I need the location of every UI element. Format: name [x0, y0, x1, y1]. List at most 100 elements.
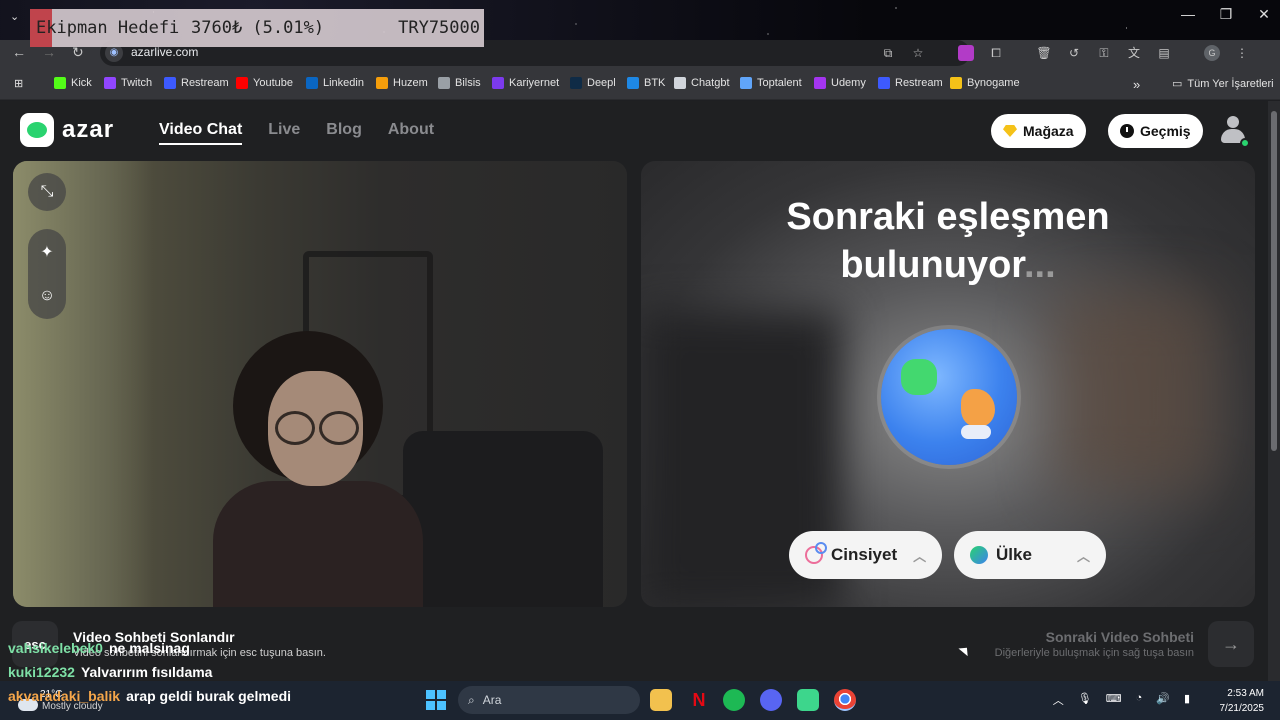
bookmark-restream[interactable]: Restream: [164, 77, 229, 89]
bookmarks-bar: ⊞ ▭ Tüm Yer İşaretleri » Kick Twitch Restr…: [0, 68, 1280, 100]
volume-icon[interactable]: 🔊: [1156, 692, 1170, 708]
bookmark-kariyernet[interactable]: Kariyernet: [492, 77, 559, 89]
searching-title: Sonraki eşleşmen bulunuyor...: [641, 193, 1255, 289]
windows-start-icon[interactable]: [426, 690, 446, 710]
bookmark-deepl[interactable]: Deepl: [570, 77, 616, 89]
bookmark-twitch[interactable]: Twitch: [104, 77, 152, 89]
bookmark-label: Deepl: [587, 77, 616, 89]
translate-icon[interactable]: 文: [1126, 45, 1142, 61]
effects-group: ✦ ☺: [28, 229, 66, 319]
trash-icon[interactable]: 🗑: [1036, 45, 1052, 61]
history-icon[interactable]: ↺: [1066, 45, 1082, 61]
install-app-icon[interactable]: ⧉: [880, 45, 896, 61]
chat-text: ne malsinag: [108, 640, 190, 656]
history-button[interactable]: Geçmiş: [1108, 114, 1203, 148]
bookmark-label: Youtube: [253, 77, 293, 89]
wifi-icon[interactable]: ◔: [1136, 692, 1143, 708]
tray-chevron-up-icon[interactable]: ︿: [1053, 692, 1064, 708]
next-chat-hint: Sonraki Video Sohbeti Diğerleriyle buluş…: [934, 621, 1254, 667]
sparkle-effects-icon[interactable]: ✦: [28, 233, 66, 271]
kick-icon: [54, 77, 66, 89]
sticker-face-icon[interactable]: ☺: [28, 277, 66, 315]
spotify-icon[interactable]: [723, 689, 745, 711]
stream-goal-overlay: Ekipman Hedefi 3760₺ (5.01%) TRY75000: [30, 9, 484, 47]
azar-logo[interactable]: azar: [20, 113, 114, 147]
sidebar-icon[interactable]: ▤: [1156, 45, 1172, 61]
goal-target: TRY75000: [398, 18, 480, 38]
taskbar-search-placeholder: Ara: [482, 693, 502, 707]
bg-chair: [403, 431, 603, 607]
menu-blog[interactable]: Blog: [326, 121, 362, 145]
shop-button[interactable]: Mağaza: [991, 114, 1086, 148]
microphone-icon[interactable]: 🎙: [1078, 692, 1092, 708]
battery-icon[interactable]: ▮: [1184, 692, 1190, 708]
all-bookmarks[interactable]: ▭ Tüm Yer İşaretleri: [1172, 77, 1274, 91]
user-avatar-icon[interactable]: [1220, 116, 1250, 148]
bookmark-label: Kick: [71, 77, 92, 89]
more-bookmarks-chevron-icon[interactable]: »: [1133, 77, 1140, 92]
menu-live[interactable]: Live: [268, 121, 300, 145]
bilsis-icon: [438, 77, 450, 89]
netflix-icon[interactable]: N: [688, 689, 710, 711]
file-explorer-icon[interactable]: [650, 689, 672, 711]
globe-land-orange: [961, 389, 995, 427]
tab-search-chevron-icon[interactable]: ⌄: [10, 10, 19, 23]
page-scrollbar[interactable]: [1268, 101, 1280, 681]
country-filter-label: Ülke: [996, 545, 1032, 564]
bookmark-bilsis[interactable]: Bilsis: [438, 77, 481, 89]
menu-kebab-icon[interactable]: ⋮: [1234, 45, 1250, 61]
bookmark-restream[interactable]: Restream: [878, 77, 943, 89]
globe-cloud: [961, 425, 991, 439]
bookmark-linkedin[interactable]: Linkedin: [306, 77, 364, 89]
btk-icon: [627, 77, 639, 89]
extension-icon[interactable]: [958, 45, 974, 61]
twitch-icon: [104, 77, 116, 89]
browser-tools: ⧉ ☆ ⧠ 🗑 ↺ ⚿ 文 ▤ G ⋮: [880, 45, 1250, 61]
shop-button-label: Mağaza: [1023, 123, 1074, 139]
country-filter-button[interactable]: Ülke ︿: [954, 531, 1106, 579]
figure-body: [213, 481, 423, 607]
menu-about[interactable]: About: [388, 121, 434, 145]
password-key-icon[interactable]: ⚿: [1096, 45, 1112, 61]
bookmark-huzem[interactable]: Huzem: [376, 77, 428, 89]
goal-progress: 3760₺ (5.01%): [191, 18, 325, 38]
bookmark-star-icon[interactable]: ☆: [910, 45, 926, 61]
chrome-icon[interactable]: [834, 689, 856, 711]
apps-grid-icon[interactable]: ⊞: [14, 77, 23, 90]
close-icon[interactable]: ✕: [1256, 6, 1272, 23]
bookmark-bynogame[interactable]: Bynogame: [950, 77, 1020, 89]
minimize-video-icon[interactable]: ⤡: [28, 173, 66, 211]
bookmark-kick[interactable]: Kick: [54, 77, 92, 89]
taskbar-clock[interactable]: 2:53 AM 7/21/2025: [1220, 686, 1265, 716]
blurred-bg-right: [1055, 291, 1215, 491]
keyboard-icon[interactable]: ⌨: [1106, 692, 1122, 708]
bookmark-youtube[interactable]: Youtube: [236, 77, 293, 89]
chat-text: Yalvarırım fısıldama: [80, 664, 213, 680]
chatgbt-icon: [674, 77, 686, 89]
extensions-puzzle-icon[interactable]: ⧠: [988, 45, 1004, 61]
bookmark-label: Restream: [895, 77, 943, 89]
taskbar-search[interactable]: ⌕ Ara: [458, 686, 640, 714]
next-arrow-button[interactable]: →: [1208, 621, 1254, 667]
clock-icon: [1120, 124, 1134, 138]
profile-icon[interactable]: G: [1204, 45, 1220, 61]
back-icon[interactable]: ←: [12, 44, 26, 60]
android-studio-icon[interactable]: [797, 689, 819, 711]
url-text[interactable]: azarlive.com: [131, 45, 198, 59]
menu-video-chat[interactable]: Video Chat: [159, 121, 243, 145]
bookmark-toptalent[interactable]: Toptalent: [740, 77, 802, 89]
bookmark-label: Chatgbt: [691, 77, 730, 89]
gender-filter-button[interactable]: Cinsiyet ︿: [789, 531, 943, 579]
bookmark-btk[interactable]: BTK: [627, 77, 665, 89]
bookmark-udemy[interactable]: Udemy: [814, 77, 866, 89]
all-bookmarks-label: Tüm Yer İşaretleri: [1187, 77, 1274, 90]
discord-icon[interactable]: [760, 689, 782, 711]
searching-dots: ...: [1023, 244, 1056, 286]
bookmark-label: Udemy: [831, 77, 866, 89]
restore-icon[interactable]: ❐: [1218, 6, 1234, 23]
azar-logo-text: azar: [62, 116, 115, 143]
scrollbar-thumb[interactable]: [1271, 111, 1277, 451]
bookmark-chatgbt[interactable]: Chatgbt: [674, 77, 730, 89]
searching-title-text: Sonraki eşleşmen bulunuyor: [786, 196, 1110, 286]
minimize-icon[interactable]: —: [1180, 6, 1196, 23]
